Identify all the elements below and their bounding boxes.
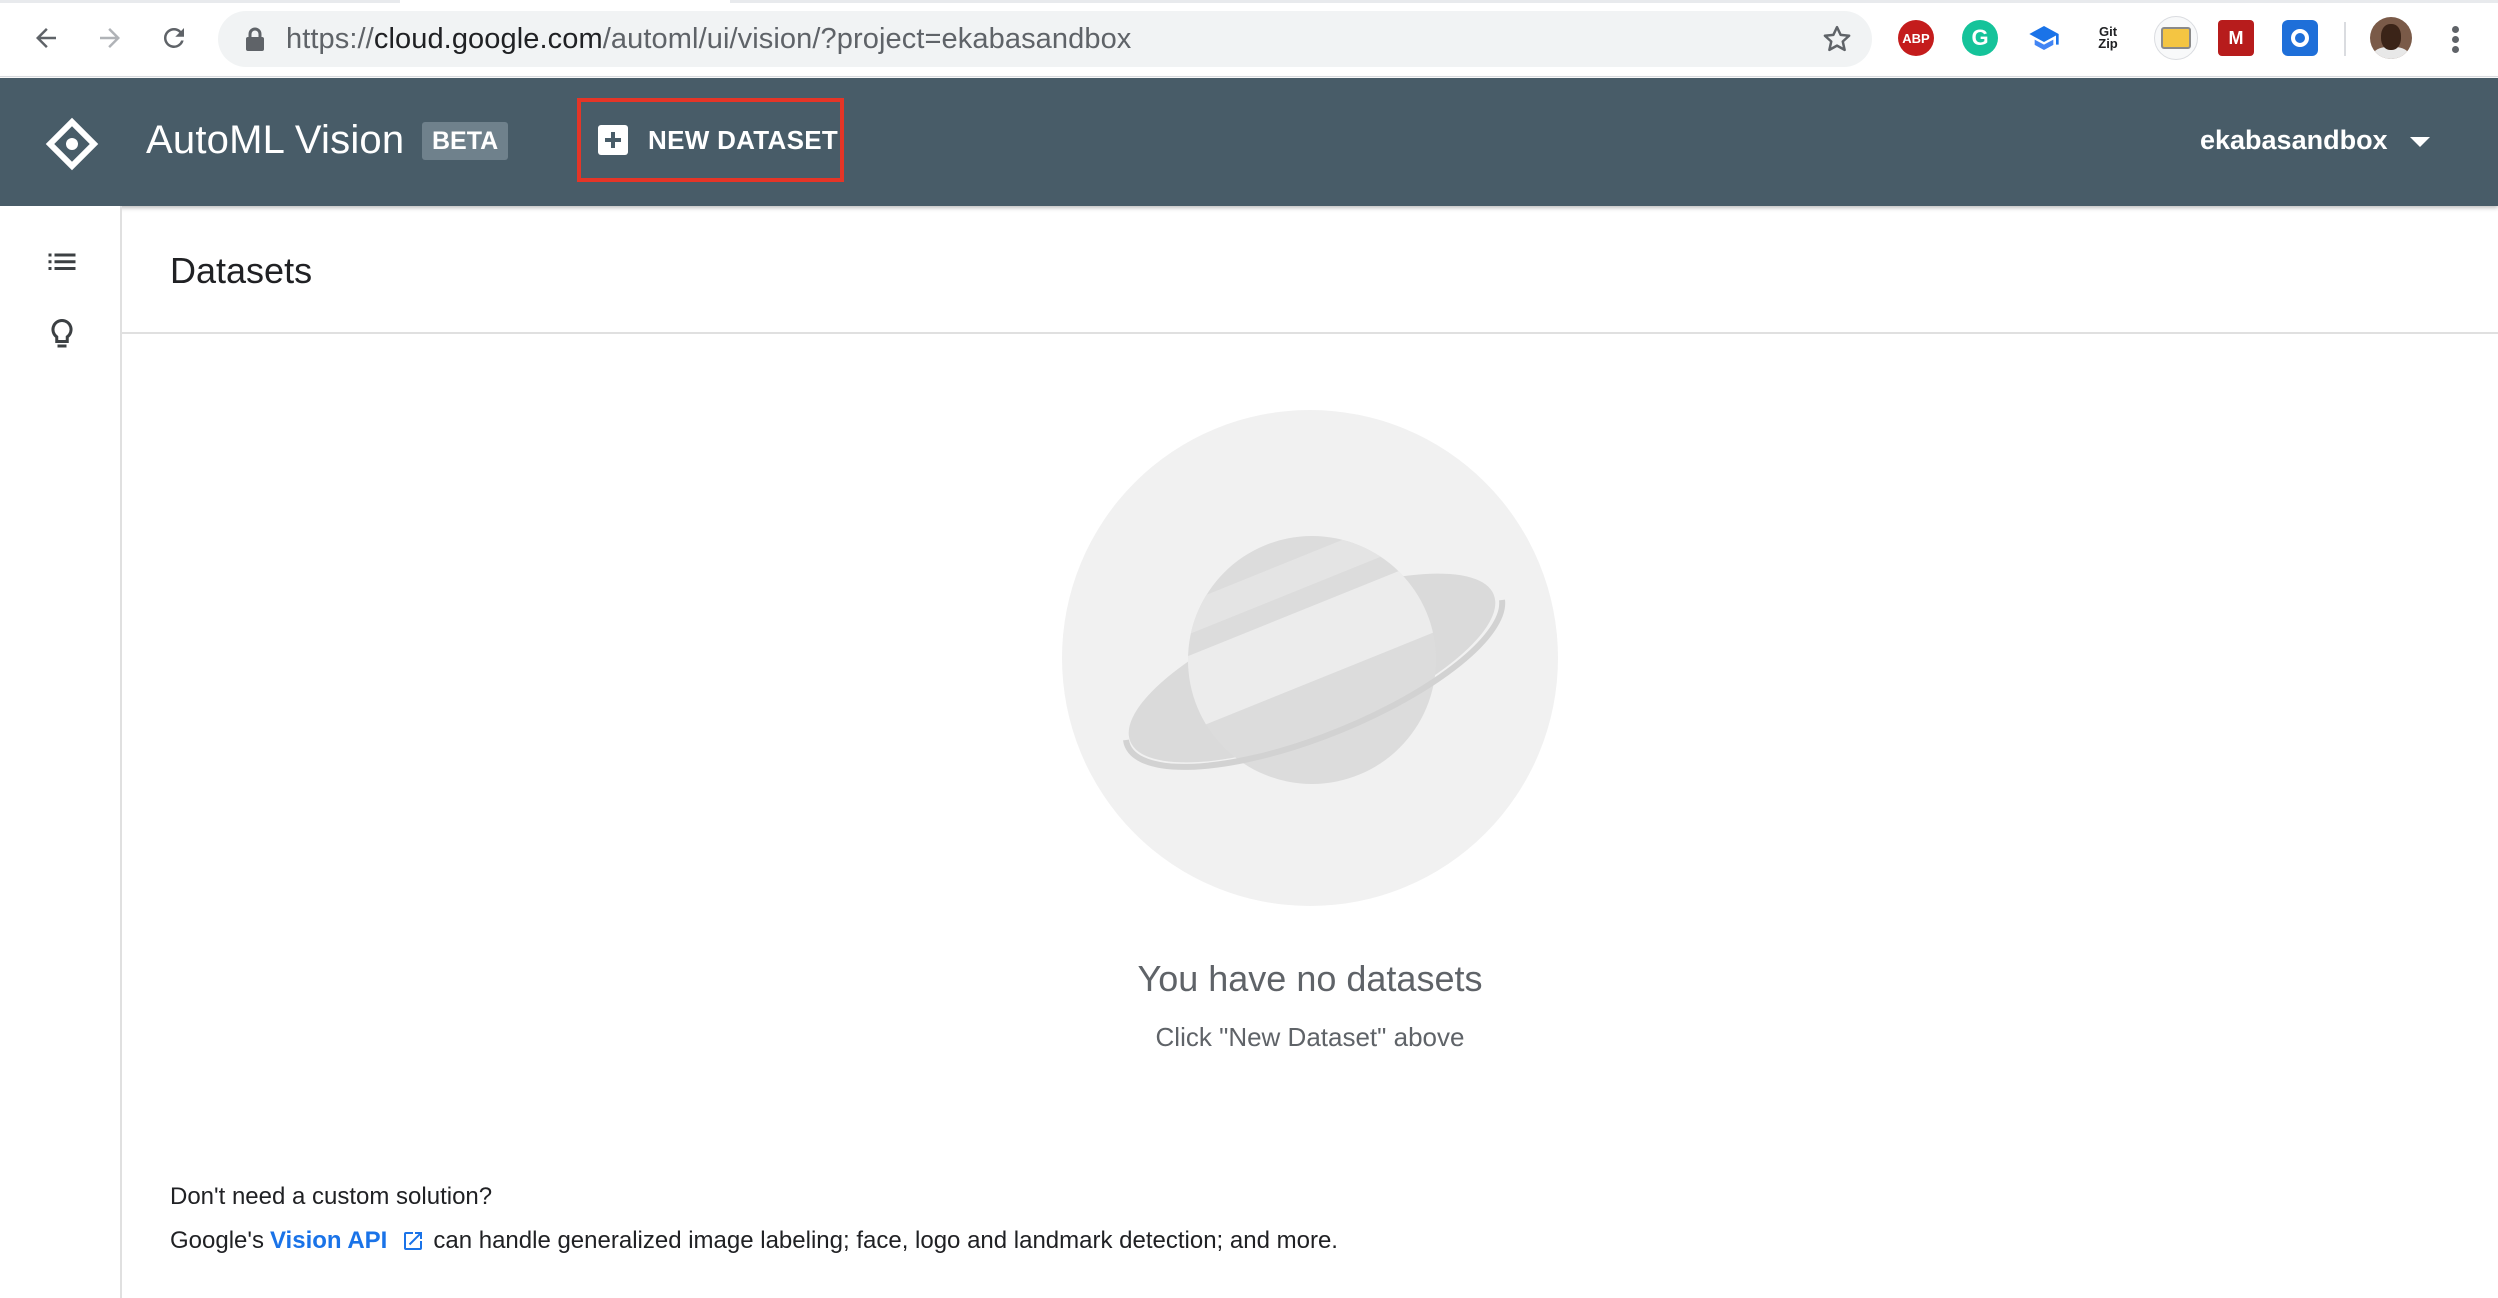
app-header: AutoML Vision BETA NEW DATASET ekabasand… (0, 78, 2498, 206)
avatar-face (2381, 24, 2401, 50)
url-text: https://cloud.google.com/automl/ui/visio… (286, 24, 1131, 54)
gitzip-extension-icon[interactable]: Git Zip (2090, 20, 2126, 56)
arrow-left-icon (36, 28, 56, 48)
browser-menu-icon[interactable] (2440, 20, 2470, 58)
image-extension-icon[interactable] (2154, 16, 2198, 60)
grammarly-label: G (1971, 25, 1989, 50)
ring-icon (2291, 29, 2309, 47)
footer-question: Don't need a custom solution? (170, 1183, 493, 1210)
url-host: cloud.google.com (373, 23, 603, 55)
footer-vision-api-note: Google's Vision API can handle generaliz… (170, 1224, 1338, 1258)
mendeley-label: M (2228, 27, 2244, 48)
tab-strip (0, 0, 2498, 3)
adblock-extension-icon[interactable]: ABP (1898, 20, 1934, 56)
project-selector[interactable]: ekabasandbox (2200, 116, 2430, 164)
gitzip-line2: Zip (2098, 36, 2118, 51)
toolbar-divider (2344, 22, 2346, 56)
mendeley-extension-icon[interactable]: M (2218, 20, 2254, 56)
graduation-cap-extension-icon[interactable] (2026, 20, 2062, 56)
abp-label: ABP (1902, 30, 1930, 46)
image-thumbnail-icon (2161, 27, 2191, 49)
page-header: Datasets (122, 206, 2498, 334)
reload-button[interactable] (154, 18, 194, 58)
empty-state-title: You have no datasets (1137, 958, 1483, 999)
lightbulb-icon[interactable] (44, 316, 80, 352)
vision-api-link[interactable]: Vision API (270, 1224, 387, 1258)
footer-suffix: can handle generalized image labeling; f… (433, 1227, 1338, 1254)
browser-toolbar: https://cloud.google.com/automl/ui/visio… (0, 0, 2498, 77)
external-link-icon[interactable] (401, 1229, 425, 1253)
url-scheme: https:// (286, 23, 374, 55)
empty-state-subtitle: Click "New Dataset" above (1155, 1022, 1465, 1052)
back-button[interactable] (26, 18, 66, 58)
grammarly-extension-icon[interactable]: G (1962, 20, 1998, 56)
project-name: ekabasandbox (2200, 124, 2388, 155)
beta-badge: BETA (422, 122, 509, 160)
app-title: AutoML Vision (146, 118, 405, 162)
new-dataset-button[interactable]: NEW DATASET (577, 98, 844, 182)
bookmark-star-icon[interactable] (1822, 24, 1852, 54)
add-box-icon (598, 125, 628, 155)
forward-button[interactable] (90, 18, 130, 58)
footer-prefix: Google's (170, 1227, 264, 1254)
lock-icon (246, 27, 264, 51)
page-title: Datasets (170, 250, 313, 291)
profile-avatar[interactable] (2370, 17, 2412, 59)
list-icon[interactable] (44, 246, 80, 282)
automl-logo-icon[interactable] (44, 116, 100, 172)
caret-down-icon (2409, 137, 2430, 147)
left-navigation-rail (0, 206, 122, 1298)
active-tab-indicator (400, 0, 730, 3)
new-dataset-label: NEW DATASET (648, 124, 839, 155)
planet-illustration-icon (1062, 410, 1558, 906)
circle-extension-icon[interactable] (2282, 20, 2318, 56)
url-path: /automl/ui/vision/?project=ekabasandbox (602, 23, 1132, 55)
reload-icon (163, 27, 184, 48)
graduation-cap-icon (2029, 26, 2059, 50)
arrow-right-icon (100, 28, 120, 48)
address-bar[interactable]: https://cloud.google.com/automl/ui/visio… (218, 11, 1872, 67)
